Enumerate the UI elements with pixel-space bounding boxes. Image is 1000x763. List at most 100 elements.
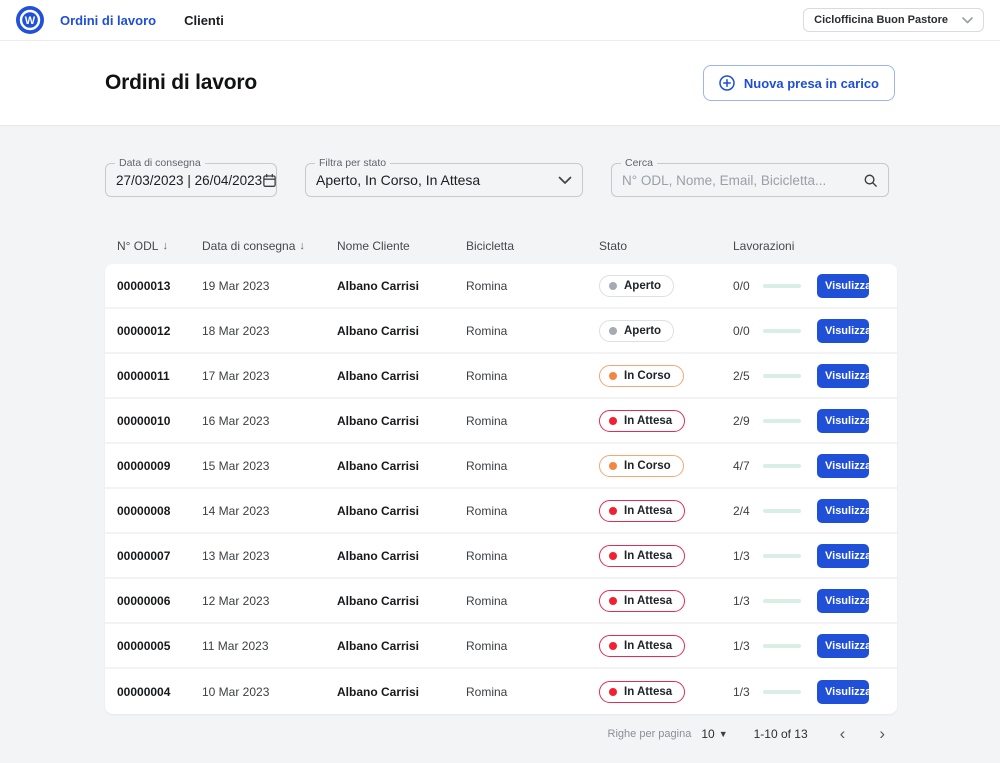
column-header-odl[interactable]: N° ODL ↓: [117, 239, 202, 253]
actions-cell: Visulizza: [817, 454, 881, 478]
actions-cell: Visulizza: [817, 544, 881, 568]
nav-item-clienti[interactable]: Clienti: [184, 13, 224, 28]
sort-desc-icon: ↓: [299, 240, 305, 252]
status-badge-label: In Attesa: [624, 595, 672, 607]
odl-number-cell: 00000004: [117, 685, 202, 699]
delivery-date-cell: 16 Mar 2023: [202, 414, 337, 428]
column-header-delivery-date[interactable]: Data di consegna ↓: [202, 239, 337, 253]
bicycle-cell: Romina: [466, 369, 599, 383]
status-dot-icon: [609, 282, 617, 290]
status-badge-label: Aperto: [624, 280, 661, 292]
calendar-icon[interactable]: [262, 173, 277, 188]
top-navigation-bar: W Ordini di lavoro Clienti Ciclofficina …: [0, 0, 1000, 41]
works-progress-bar: [763, 690, 801, 694]
table-row: 00000004 10 Mar 2023 Albano Carrisi Romi…: [105, 669, 897, 714]
view-button[interactable]: Visulizza: [817, 544, 869, 568]
status-badge: In Attesa: [599, 681, 685, 703]
client-name-cell: Albano Carrisi: [337, 324, 466, 338]
caret-down-icon: ▼: [719, 729, 728, 739]
nav-item-ordini-di-lavoro[interactable]: Ordini di lavoro: [60, 13, 156, 28]
status-dot-icon: [609, 327, 617, 335]
column-header-client-name: Nome Cliente: [337, 239, 466, 253]
status-cell: In Attesa: [599, 681, 733, 703]
next-page-button[interactable]: ›: [879, 725, 885, 742]
table-row: 00000012 18 Mar 2023 Albano Carrisi Romi…: [105, 309, 897, 354]
workshop-selector[interactable]: Ciclofficina Buon Pastore: [803, 8, 984, 32]
view-button[interactable]: Visulizza: [817, 274, 869, 298]
rows-per-page-value: 10: [701, 727, 714, 741]
works-count: 4/7: [733, 459, 754, 473]
table-header-row: N° ODL ↓ Data di consegna ↓ Nome Cliente…: [105, 239, 897, 253]
new-intake-button[interactable]: Nuova presa in carico: [703, 65, 895, 101]
view-button[interactable]: Visulizza: [817, 319, 869, 343]
actions-cell: Visulizza: [817, 680, 881, 704]
works-cell: 1/3: [733, 594, 817, 608]
view-button[interactable]: Visulizza: [817, 589, 869, 613]
client-name-cell: Albano Carrisi: [337, 279, 466, 293]
view-button[interactable]: Visulizza: [817, 499, 869, 523]
status-badge: In Attesa: [599, 545, 685, 567]
bicycle-cell: Romina: [466, 639, 599, 653]
status-cell: In Attesa: [599, 545, 733, 567]
view-button[interactable]: Visulizza: [817, 454, 869, 478]
search-input[interactable]: [622, 173, 847, 188]
works-progress-bar: [763, 284, 801, 288]
status-dot-icon: [609, 642, 617, 650]
search-field[interactable]: Cerca: [611, 163, 889, 197]
chevron-down-icon[interactable]: [558, 176, 572, 185]
app-logo-icon[interactable]: W: [16, 6, 44, 34]
column-header-bicycle-label: Bicicletta: [466, 239, 514, 253]
status-badge-label: In Attesa: [624, 640, 672, 652]
search-icon[interactable]: [863, 173, 878, 188]
status-dot-icon: [609, 507, 617, 515]
works-cell: 0/0: [733, 279, 817, 293]
status-cell: In Corso: [599, 455, 733, 477]
status-badge: In Attesa: [599, 635, 685, 657]
table-row: 00000009 15 Mar 2023 Albano Carrisi Romi…: [105, 444, 897, 489]
column-header-works: Lavorazioni: [733, 239, 817, 253]
delivery-date-cell: 18 Mar 2023: [202, 324, 337, 338]
status-dot-icon: [609, 597, 617, 605]
status-cell: Aperto: [599, 320, 733, 342]
actions-cell: Visulizza: [817, 364, 881, 388]
view-button[interactable]: Visulizza: [817, 634, 869, 658]
workshop-selector-label: Ciclofficina Buon Pastore: [814, 14, 948, 26]
client-name-cell: Albano Carrisi: [337, 504, 466, 518]
plus-circle-icon: [719, 75, 735, 91]
status-badge-label: In Corso: [624, 460, 671, 472]
delivery-date-field-value: 27/03/2023 | 26/04/2023: [116, 173, 262, 188]
table-row: 00000008 14 Mar 2023 Albano Carrisi Romi…: [105, 489, 897, 534]
status-badge-label: In Attesa: [624, 415, 672, 427]
delivery-date-range-field[interactable]: Data di consegna 27/03/2023 | 26/04/2023: [105, 163, 277, 197]
bicycle-cell: Romina: [466, 594, 599, 608]
works-count: 2/4: [733, 504, 754, 518]
delivery-date-cell: 19 Mar 2023: [202, 279, 337, 293]
client-name-cell: Albano Carrisi: [337, 549, 466, 563]
view-button[interactable]: Visulizza: [817, 409, 869, 433]
table-row: 00000013 19 Mar 2023 Albano Carrisi Romi…: [105, 264, 897, 309]
table-row: 00000010 16 Mar 2023 Albano Carrisi Romi…: [105, 399, 897, 444]
column-header-status: Stato: [599, 239, 733, 253]
bicycle-cell: Romina: [466, 549, 599, 563]
works-count: 1/3: [733, 549, 754, 563]
works-cell: 4/7: [733, 459, 817, 473]
works-cell: 0/0: [733, 324, 817, 338]
works-cell: 2/5: [733, 369, 817, 383]
chevron-down-icon: [962, 17, 973, 24]
works-count: 2/9: [733, 414, 754, 428]
status-badge-label: In Attesa: [624, 505, 672, 517]
previous-page-button[interactable]: ‹: [840, 725, 846, 742]
pagination-controls: ‹ ›: [840, 725, 885, 742]
actions-cell: Visulizza: [817, 634, 881, 658]
page-title: Ordini di lavoro: [105, 71, 257, 95]
rows-per-page-select[interactable]: 10 ▼: [701, 727, 727, 741]
column-header-works-label: Lavorazioni: [733, 239, 794, 253]
view-button[interactable]: Visulizza: [817, 680, 869, 704]
status-cell: In Attesa: [599, 590, 733, 612]
client-name-cell: Albano Carrisi: [337, 369, 466, 383]
status-badge-label: In Attesa: [624, 550, 672, 562]
pagination-bar: Righe per pagina 10 ▼ 1-10 of 13 ‹ ›: [105, 725, 897, 742]
view-button[interactable]: Visulizza: [817, 364, 869, 388]
status-filter-select[interactable]: Filtra per stato Aperto, In Corso, In At…: [305, 163, 583, 197]
works-cell: 2/4: [733, 504, 817, 518]
